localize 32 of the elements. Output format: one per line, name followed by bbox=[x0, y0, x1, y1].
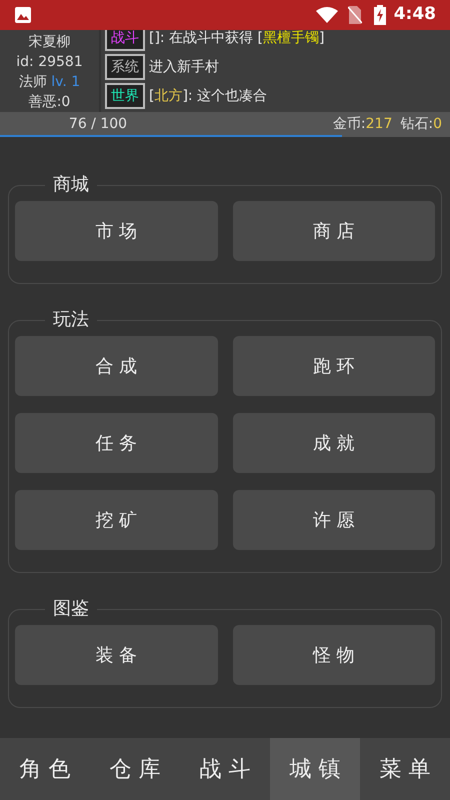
currency-reading: 金币:217 bbox=[332, 115, 392, 134]
section-title: 玩法 bbox=[52, 310, 90, 330]
chat-message: []: 在战斗中获得 [黑檀手镯] bbox=[149, 30, 324, 48]
menu-button[interactable]: 市 场 bbox=[15, 201, 218, 261]
nav-tab[interactable]: 城 镇 bbox=[270, 738, 360, 800]
image-icon bbox=[14, 6, 32, 24]
wifi-icon bbox=[316, 7, 338, 23]
clock-time: 4:48 bbox=[394, 3, 436, 26]
channel-tag: 系统 bbox=[105, 54, 145, 80]
player-karma: 善恶:0 bbox=[28, 93, 70, 112]
chat-message: [北方]: 这个也凑合 bbox=[149, 86, 268, 106]
menu-button[interactable]: 合 成 bbox=[15, 336, 218, 396]
battery-charging-icon bbox=[374, 5, 386, 25]
menu-button[interactable]: 成 就 bbox=[232, 413, 435, 473]
menu-button[interactable]: 挖 矿 bbox=[15, 490, 218, 550]
chat-message: 进入新手村 bbox=[149, 58, 219, 76]
player-class-level: 法师 lv. 1 bbox=[18, 73, 80, 92]
section-title: 商城 bbox=[52, 175, 90, 195]
menu-button[interactable]: 装 备 bbox=[15, 625, 218, 685]
menu-button[interactable]: 任 务 bbox=[15, 413, 218, 473]
channel-tag: 战斗 bbox=[105, 30, 145, 51]
section-title: 图鉴 bbox=[52, 599, 90, 619]
player-id: id: 29581 bbox=[16, 53, 83, 72]
currency-reading: 钻石:0 bbox=[400, 115, 442, 134]
menu-button[interactable]: 许 愿 bbox=[232, 490, 435, 550]
menu-button[interactable]: 跑 环 bbox=[232, 336, 435, 396]
menu-button[interactable]: 怪 物 bbox=[232, 625, 435, 685]
exp-reading: 76 / 100 bbox=[68, 115, 128, 134]
menu-button[interactable]: 商 店 bbox=[232, 201, 435, 261]
no-sim-icon bbox=[348, 6, 362, 24]
channel-tag: 世界 bbox=[105, 83, 145, 109]
player-name: 宋夏柳 bbox=[28, 33, 70, 52]
